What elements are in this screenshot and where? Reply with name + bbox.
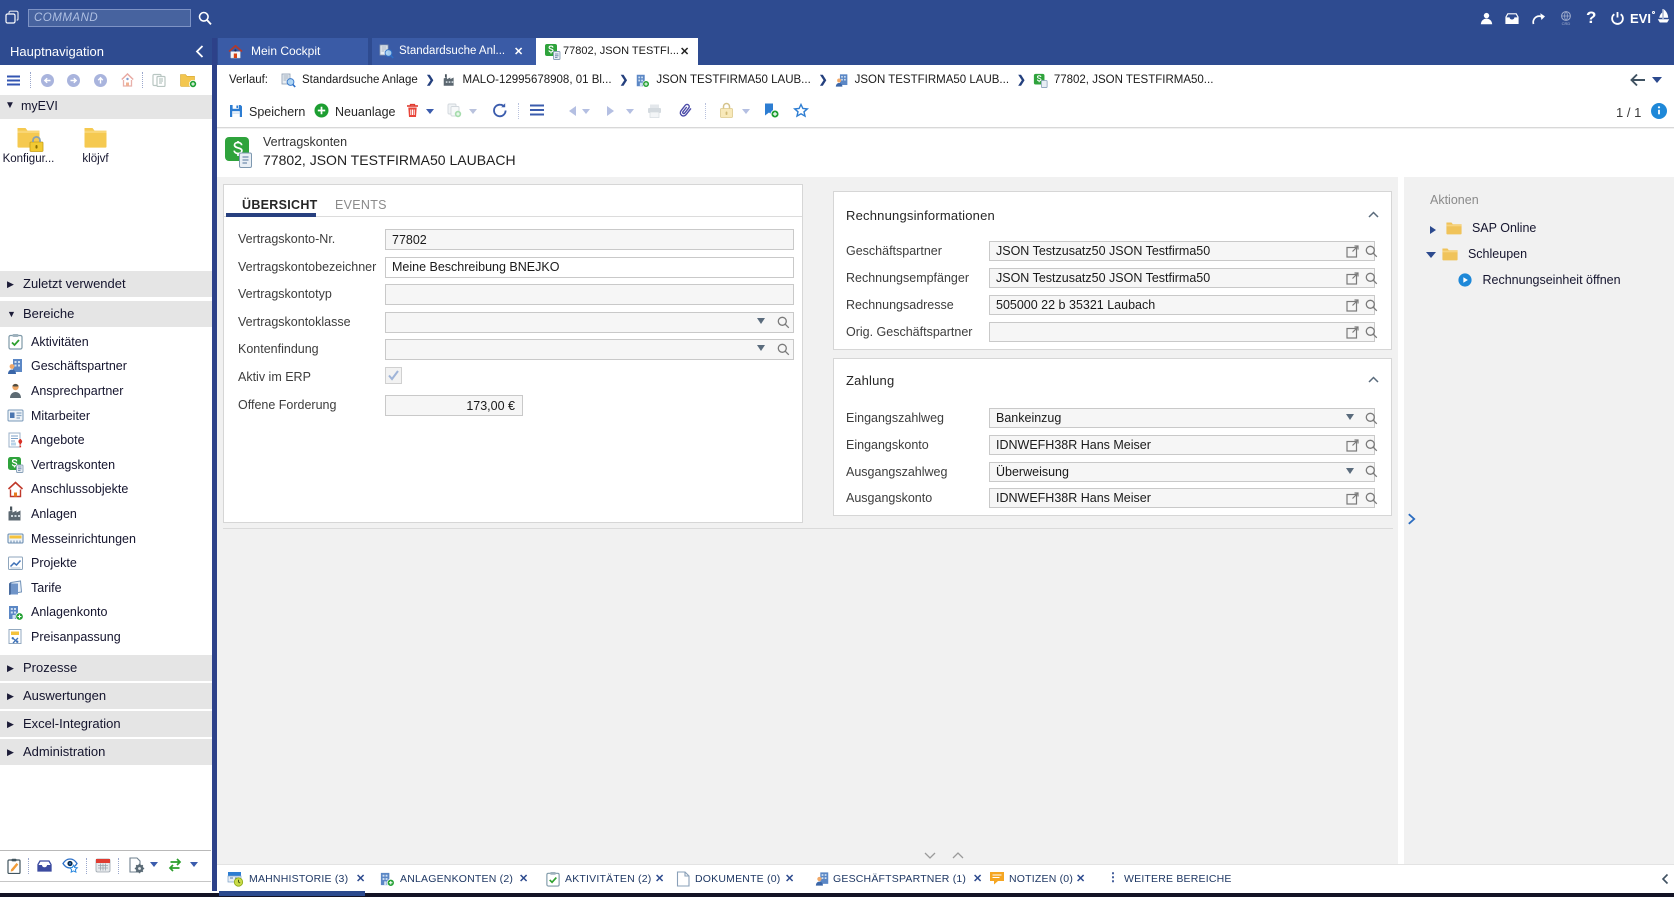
svg-text:CRD: CRD — [1562, 21, 1571, 26]
